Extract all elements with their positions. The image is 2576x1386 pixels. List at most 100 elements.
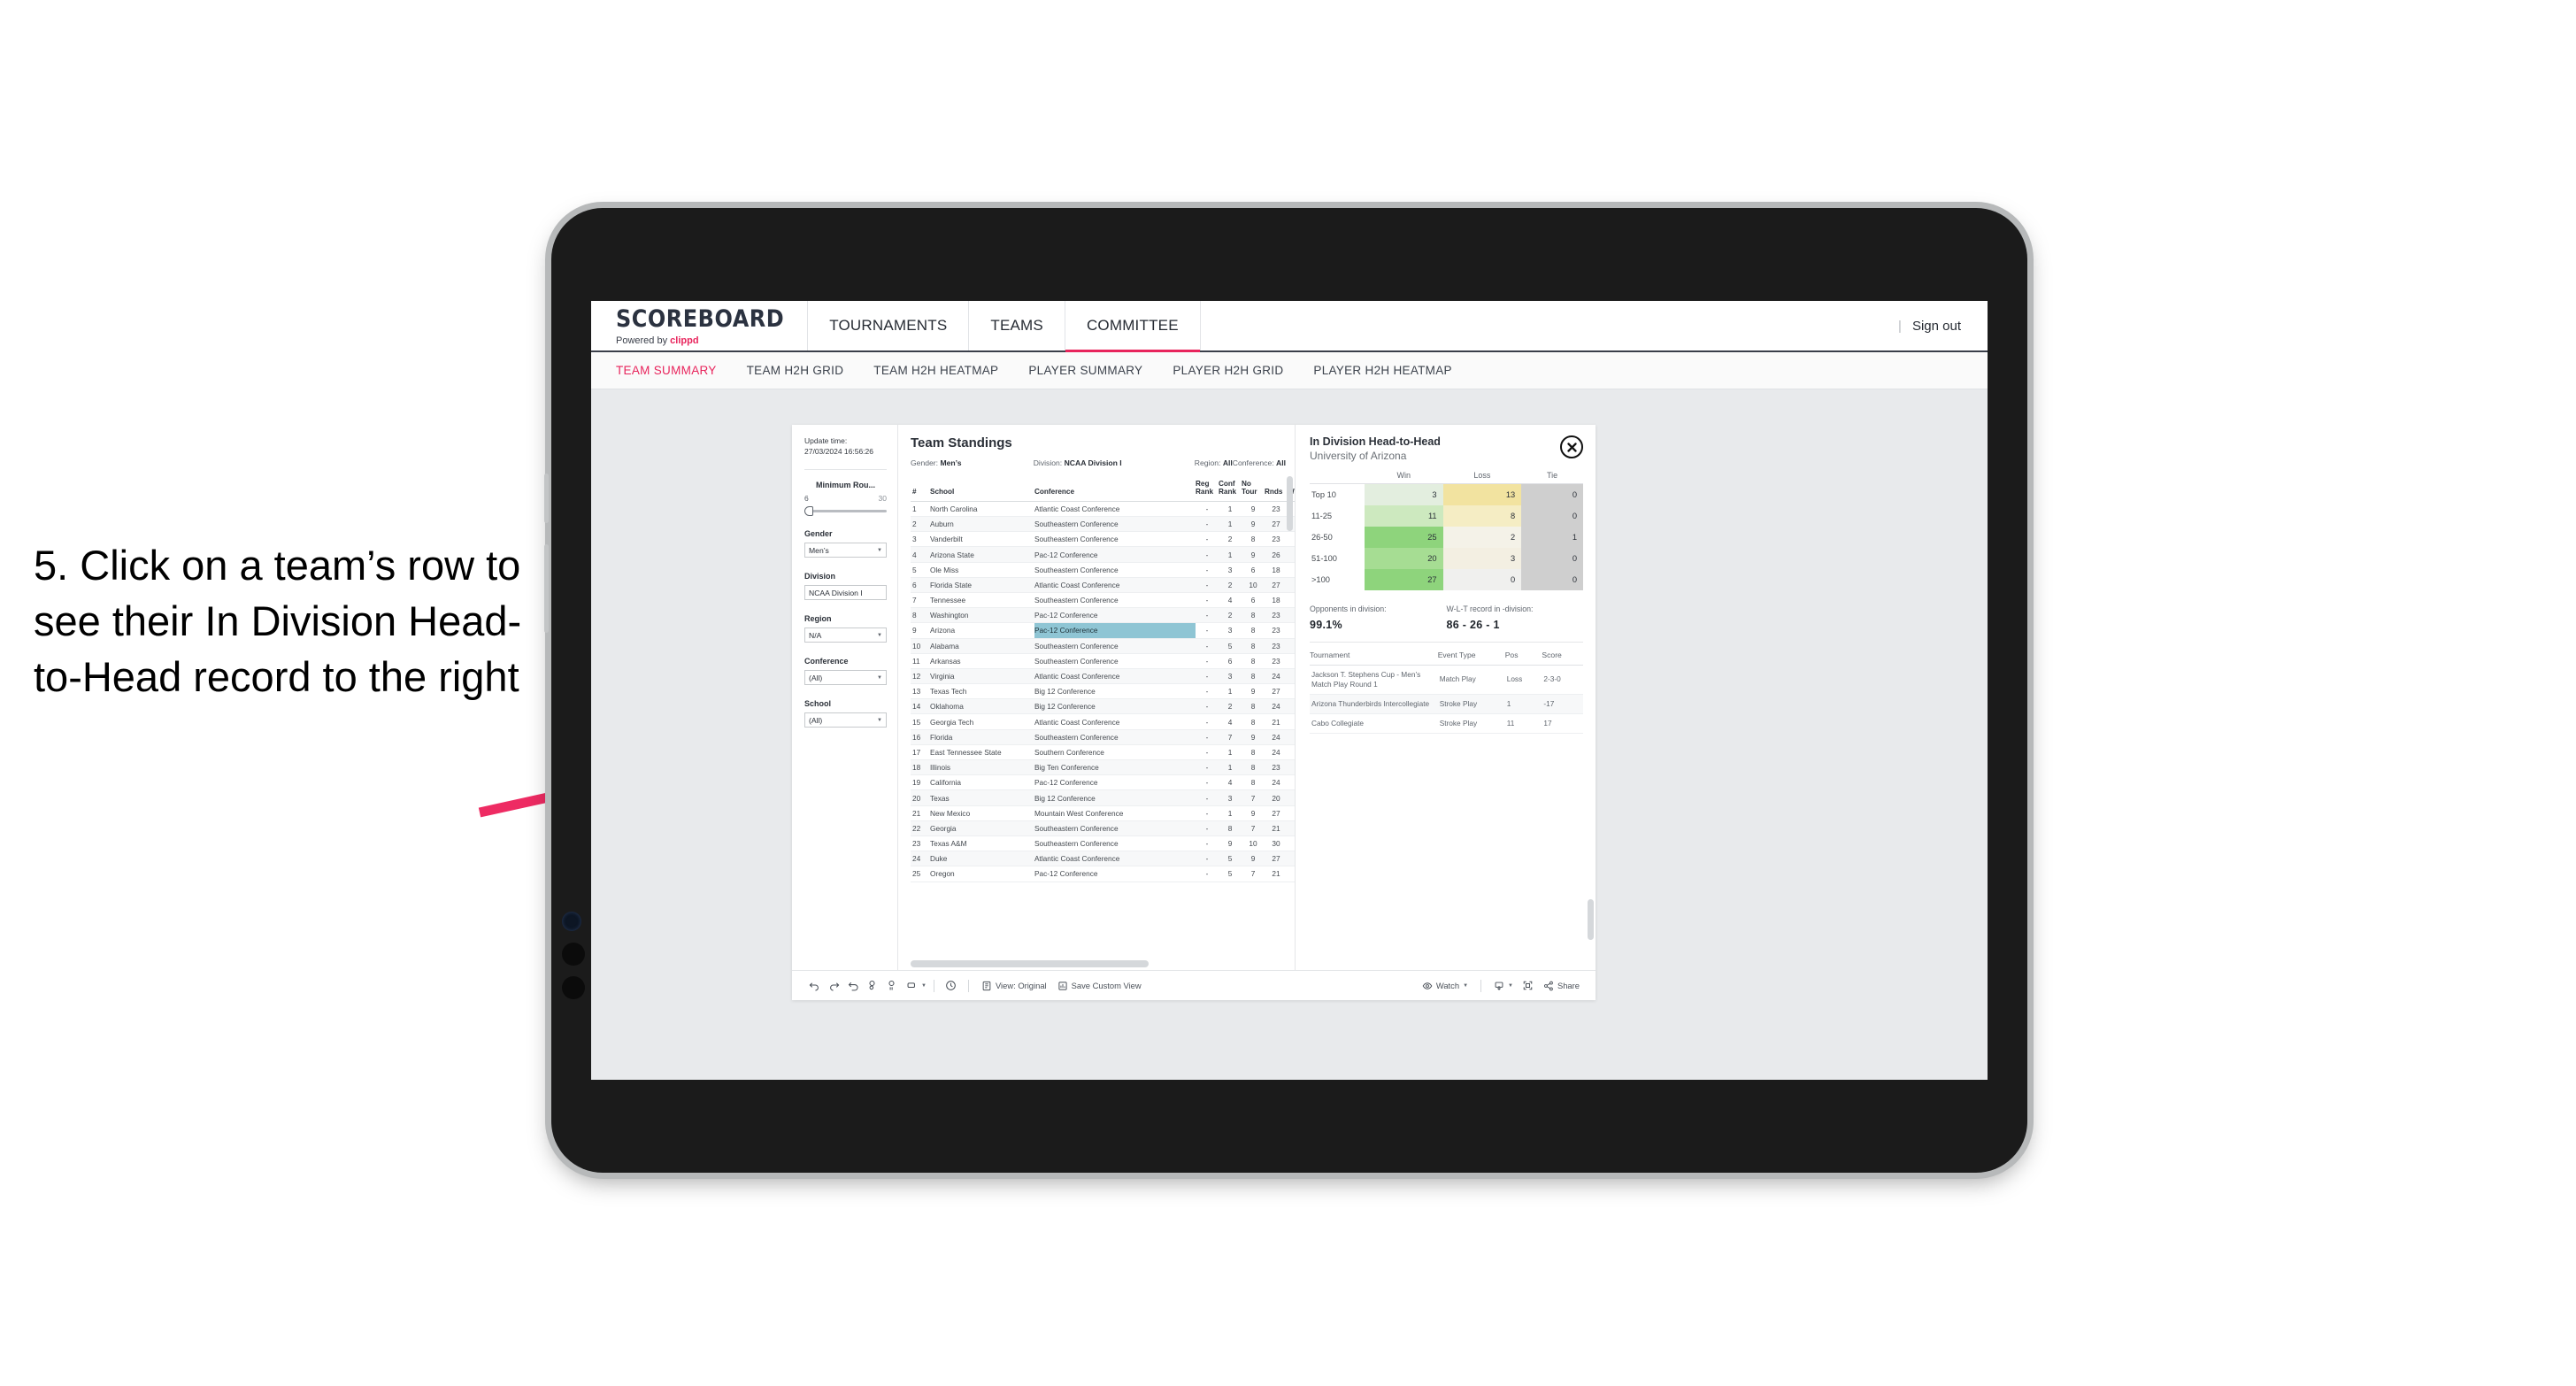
col-school[interactable]: School (930, 476, 1034, 502)
col-no-tour[interactable]: No Tour (1242, 476, 1265, 502)
table-row[interactable]: 9ArizonaPac-12 Conference-38232 (911, 622, 1295, 639)
table-row[interactable]: 7TennesseeSoutheastern Conference-46182 (911, 592, 1295, 609)
standings-vertical-scrollbar[interactable] (1287, 476, 1293, 531)
tab-team-summary[interactable]: TEAM SUMMARY (616, 364, 717, 377)
table-row[interactable]: 2AuburnSoutheastern Conference-19276 (911, 516, 1295, 533)
pause-icon[interactable] (882, 976, 902, 996)
refresh-icon[interactable] (863, 976, 882, 996)
table-row[interactable]: 12 Virginia Atlantic Coast Conference -3 8 24… (911, 668, 1295, 685)
table-row[interactable]: 19CaliforniaPac-12 Conference-48242 (911, 774, 1295, 791)
cell-rnds: 18 (1265, 562, 1288, 578)
cell-conf-rank: 3 (1219, 789, 1242, 806)
table-row[interactable]: 17 East Tennessee State Southern Conferenc… (911, 744, 1295, 761)
rectangle-select-icon[interactable] (902, 976, 921, 996)
table-row[interactable]: 10AlabamaSoutheastern Conference-58233 (911, 638, 1295, 654)
cell-tournament-name: Jackson T. Stephens Cup - Men’s Match Pl… (1310, 665, 1438, 695)
cell-rnds: 23 (1265, 501, 1288, 518)
volume-up-button[interactable] (562, 943, 585, 966)
division-value: NCAA Division I (809, 588, 863, 597)
table-row[interactable]: 20TexasBig 12 Conference-37200 (911, 789, 1295, 806)
h2h-bucket-label: 11-25 (1311, 512, 1333, 520)
tournament-row: Arizona Thunderbirds Intercollegiate Stro… (1310, 694, 1583, 714)
cell-school: Florida State (930, 577, 1034, 593)
cell-conference: Southeastern Conference (1034, 638, 1196, 654)
table-row[interactable]: 23 Texas A&M Southeastern Conference -9 10 30… (911, 835, 1295, 852)
cell-conference: Big 12 Conference (1034, 789, 1196, 806)
cell-reg-rank: - (1196, 638, 1219, 654)
table-row[interactable]: 13Texas TechBig 12 Conference-19272 (911, 683, 1295, 700)
share-button[interactable]: Share (1538, 981, 1585, 991)
revert-icon[interactable] (843, 976, 863, 996)
clock-icon[interactable] (942, 976, 961, 996)
download-button[interactable]: ▼ (1488, 981, 1519, 991)
cell-rnds: 24 (1265, 729, 1288, 745)
tournament-header-row: Tournament Event Type Pos Score (1310, 651, 1583, 666)
standings-horizontal-scrollbar[interactable] (911, 960, 1150, 967)
nav-teams[interactable]: TEAMS (968, 301, 1065, 350)
col-rank[interactable]: # (911, 476, 930, 502)
col-reg-rank[interactable]: Reg Rank (1196, 476, 1219, 502)
table-row[interactable]: 18IllinoisBig Ten Conference-18233 (911, 759, 1295, 776)
cell-conference: Southeastern Conference (1034, 820, 1196, 836)
fullscreen-icon[interactable] (1519, 976, 1538, 996)
undo-icon[interactable] (804, 976, 824, 996)
nav-committee[interactable]: COMMITTEE (1064, 301, 1200, 352)
watch-button[interactable]: Watch ▼ (1417, 981, 1473, 991)
tab-player-h2h-heatmap[interactable]: PLAYER H2H HEATMAP (1313, 364, 1451, 377)
cell-rank: 7 (911, 592, 930, 609)
table-row[interactable]: 22GeorgiaSoutheastern Conference-87211 (911, 820, 1295, 836)
tab-player-h2h-grid[interactable]: PLAYER H2H GRID (1173, 364, 1283, 377)
table-row[interactable]: 5Ole MissSoutheastern Conference-36181 (911, 562, 1295, 578)
school-select[interactable]: (All) ▼ (804, 712, 887, 728)
toolbar-divider (967, 979, 969, 992)
cell-wins: 0 (1288, 789, 1295, 806)
table-row[interactable]: 3VanderbiltSoutheastern Conference-28235 (911, 531, 1295, 548)
view-original-button[interactable]: View: Original (976, 981, 1052, 991)
h2h-col-blank (1310, 471, 1365, 484)
cell-no-tour: 9 (1242, 729, 1265, 745)
h2h-vertical-scrollbar[interactable] (1588, 899, 1594, 940)
table-row[interactable]: 8WashingtonPac-12 Conference-28231 (911, 607, 1295, 624)
slider-handle[interactable] (804, 506, 813, 517)
h2h-win-cell: 11 (1365, 505, 1443, 527)
table-row[interactable]: 15 Georgia Tech Atlantic Coast Conference -… (911, 713, 1295, 730)
tab-player-summary[interactable]: PLAYER SUMMARY (1028, 364, 1142, 377)
table-row[interactable]: 21 New Mexico Mountain West Conference -1 9 2… (911, 805, 1295, 821)
brand-tagline: Powered by clippd (616, 335, 699, 346)
chevron-down-icon[interactable]: ▼ (921, 983, 927, 989)
table-row[interactable]: 24DukeAtlantic Coast Conference-59271 (911, 851, 1295, 867)
sign-out-button[interactable]: | Sign out (1898, 301, 1988, 350)
table-row[interactable]: 14OklahomaBig 12 Conference-28242 (911, 698, 1295, 715)
save-custom-view-button[interactable]: Save Custom View (1052, 981, 1147, 991)
nav-tournaments[interactable]: TOURNAMENTS (807, 301, 968, 350)
table-row[interactable]: 1 North Carolina Atlantic Coast Conference… (911, 501, 1295, 518)
table-row[interactable]: 25OregonPac-12 Conference-57210 (911, 866, 1295, 882)
tab-team-h2h-heatmap[interactable]: TEAM H2H HEATMAP (873, 364, 998, 377)
minimum-rounds-slider[interactable] (804, 506, 887, 517)
division-select[interactable]: NCAA Division I (804, 585, 887, 601)
eye-icon (1422, 982, 1433, 989)
h2h-bucket-label: 26-50 (1311, 533, 1333, 542)
table-row[interactable]: 16FloridaSoutheastern Conference-79244 (911, 729, 1295, 745)
col-rnds[interactable]: Rnds (1265, 476, 1288, 502)
cell-rank: 2 (911, 516, 930, 533)
cell-rnds: 23 (1265, 759, 1288, 776)
col-conf-rank[interactable]: Conf Rank (1219, 476, 1242, 502)
conference-select[interactable]: (All) ▼ (804, 670, 887, 686)
col-conference[interactable]: Conference (1034, 476, 1196, 502)
close-icon[interactable] (1560, 435, 1583, 458)
cell-no-tour: 8 (1242, 607, 1265, 624)
chevron-down-icon: ▼ (877, 674, 882, 681)
table-row[interactable]: 11ArkansasSoutheastern Conference-68232 (911, 653, 1295, 669)
cell-rank: 18 (911, 759, 930, 776)
tab-team-h2h-grid[interactable]: TEAM H2H GRID (747, 364, 844, 377)
cell-rank: 10 (911, 638, 930, 654)
table-row[interactable]: 4Arizona StatePac-12 Conference-19261 (911, 546, 1295, 563)
table-row[interactable]: 6 Florida State Atlantic Coast Conference -… (911, 577, 1295, 593)
redo-icon[interactable] (824, 976, 843, 996)
gender-select[interactable]: Men’s ▼ (804, 543, 887, 558)
cell-rank: 23 (911, 835, 930, 852)
region-select[interactable]: N/A ▼ (804, 628, 887, 643)
volume-down-button[interactable] (562, 976, 585, 999)
cell-school: Arkansas (930, 653, 1034, 669)
